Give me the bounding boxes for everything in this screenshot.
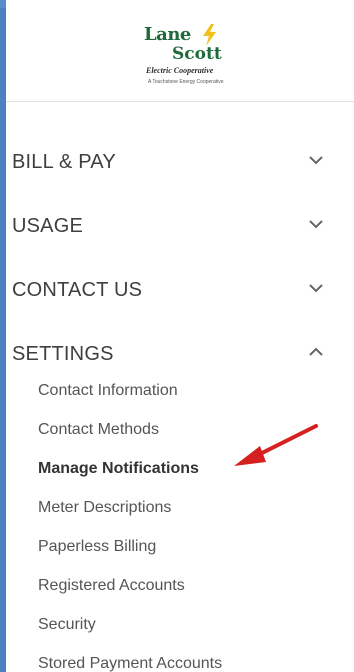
navigation-panel: Lane Scott Electric Cooperative A Touchs… — [6, 0, 354, 672]
logo-text-lane: Lane — [144, 24, 191, 45]
settings-item-paperless-billing[interactable]: Paperless Billing — [38, 538, 156, 556]
logo-text-cooperative: Electric Cooperative — [146, 66, 214, 75]
settings-item-manage-notifications[interactable]: Manage Notifications — [38, 460, 199, 478]
settings-item-security[interactable]: Security — [38, 616, 96, 634]
chevron-down-icon[interactable] — [306, 281, 326, 295]
menu-section-bill-pay[interactable]: BILL & PAY — [6, 133, 354, 187]
chevron-up-icon[interactable] — [306, 345, 326, 359]
settings-item-stored-payment-accounts[interactable]: Stored Payment Accounts — [38, 655, 222, 672]
logo-tagline: A Touchstone Energy Cooperative — [148, 79, 224, 85]
settings-item-registered-accounts[interactable]: Registered Accounts — [38, 577, 185, 595]
menu-label-settings: SETTINGS — [12, 343, 114, 365]
chevron-down-icon[interactable] — [306, 153, 326, 167]
settings-item-contact-methods[interactable]: Contact Methods — [38, 421, 159, 439]
menu-section-settings[interactable]: SETTINGS — [6, 325, 354, 379]
menu-label-bill-pay: BILL & PAY — [12, 151, 116, 173]
logo-area: Lane Scott Electric Cooperative A Touchs… — [6, 8, 354, 102]
menu-section-contact-us[interactable]: CONTACT US — [6, 261, 354, 315]
settings-item-contact-information[interactable]: Contact Information — [38, 382, 178, 400]
menu-section-usage[interactable]: USAGE — [6, 197, 354, 251]
company-logo[interactable]: Lane Scott Electric Cooperative A Touchs… — [142, 24, 232, 96]
logo-text-scott: Scott — [172, 44, 222, 64]
lightning-bolt-icon — [203, 24, 216, 46]
settings-item-meter-descriptions[interactable]: Meter Descriptions — [38, 499, 171, 517]
chevron-down-icon[interactable] — [306, 217, 326, 231]
menu-label-contact-us: CONTACT US — [12, 279, 143, 301]
annotation-arrow-icon — [234, 424, 318, 466]
menu-label-usage: USAGE — [12, 215, 84, 237]
